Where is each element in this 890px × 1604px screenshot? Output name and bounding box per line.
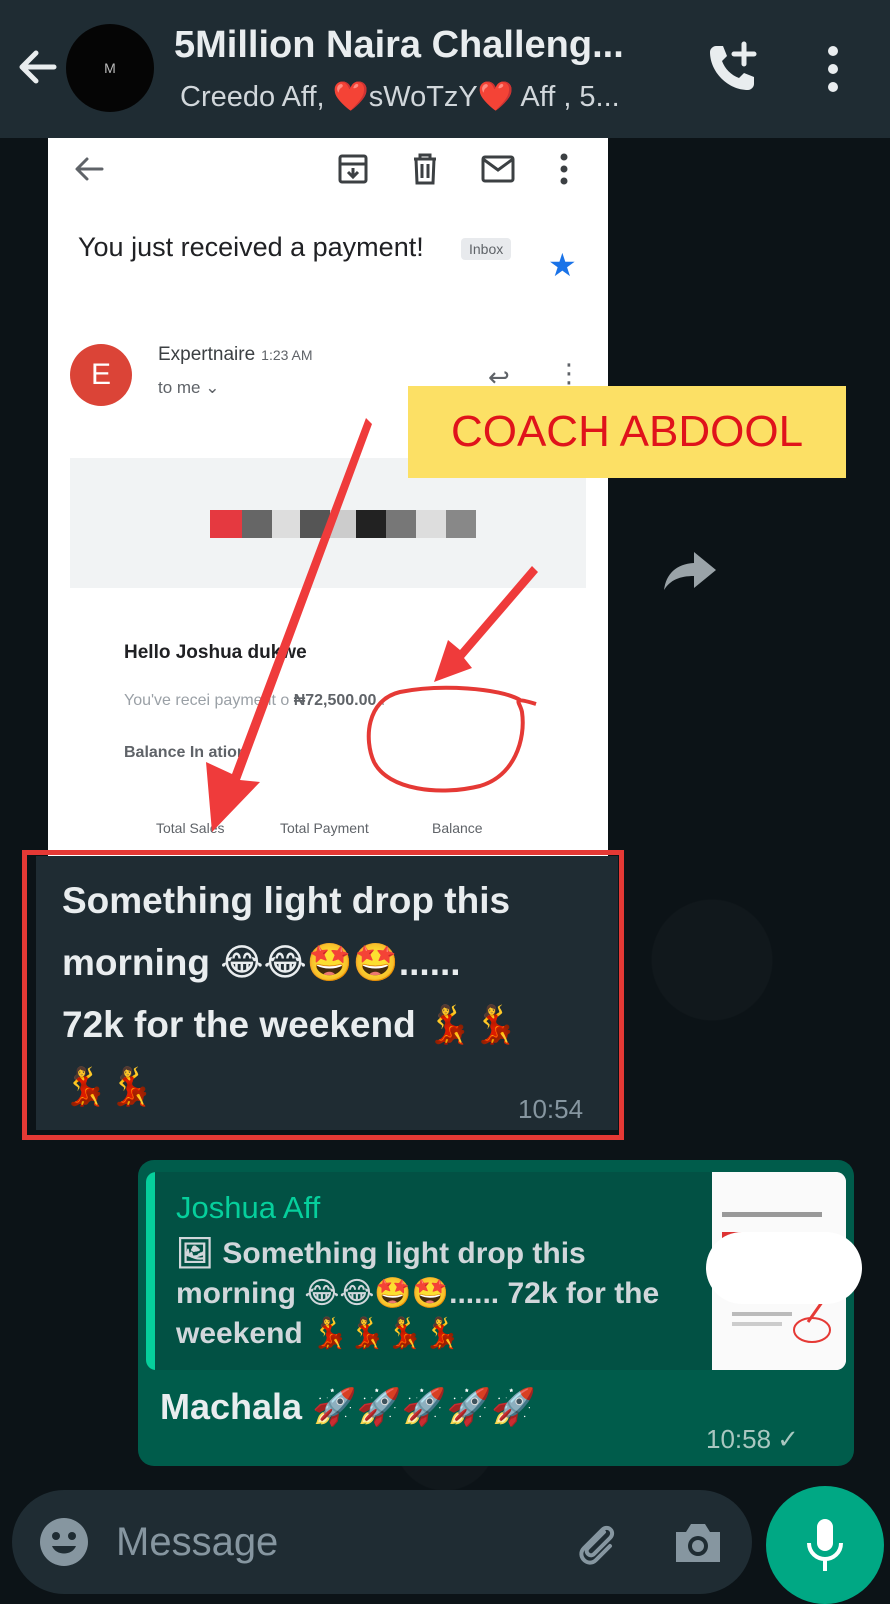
sender-line: Expertnaire 1:23 AM <box>158 344 313 366</box>
incoming-text: Something light drop this morning 😂😂🤩🤩..… <box>62 870 602 1118</box>
sent-check-icon: ✓ <box>777 1424 799 1454</box>
star-icon: ★ <box>548 247 577 283</box>
email-subject: You just received a payment! <box>78 232 424 262</box>
reply-text: Machala 🚀🚀🚀🚀🚀 <box>160 1386 537 1427</box>
outgoing-time: 10:58 <box>706 1424 772 1454</box>
quote-author: Joshua Aff <box>176 1190 321 1225</box>
recipient-line: to me ⌄ <box>158 378 220 397</box>
payment-prefix: You've recei payment o <box>124 692 290 709</box>
payment-line: You've recei payment o ₦72,500.00 . <box>124 692 385 710</box>
outgoing-timestamp: 10:58 ✓ <box>706 1424 799 1455</box>
column-total-sales: Total Sales <box>156 820 225 836</box>
incoming-line: 72k for the weekend 💃💃 <box>62 1004 519 1045</box>
voice-record-button[interactable] <box>766 1486 884 1604</box>
gmail-back-icon <box>75 157 104 181</box>
sender-name: Expertnaire <box>158 344 256 365</box>
quote-accent-bar <box>146 1172 155 1370</box>
group-members[interactable]: Creedo Aff, ❤️sWoTzY❤️ Aff , 5... <box>180 80 620 114</box>
payment-amount: ₦72,500.00 <box>293 692 377 709</box>
redaction-blob <box>706 1232 862 1304</box>
greeting-text: Hello Joshua dukwe <box>124 642 307 663</box>
coach-label: COACH ABDOOL <box>408 386 846 478</box>
payment-suffix: . <box>376 692 386 709</box>
add-call-icon[interactable] <box>704 40 760 96</box>
column-total-payment: Total Payment <box>280 820 369 836</box>
coach-label-text: COACH ABDOOL <box>450 407 804 456</box>
sender-time: 1:23 AM <box>261 347 313 363</box>
avatar-letter: M <box>104 60 116 76</box>
microphone-icon <box>807 1519 843 1571</box>
chat-header: M 5Million Naira Challeng... Creedo Aff,… <box>0 0 890 138</box>
more-options-icon[interactable] <box>824 44 842 94</box>
balance-heading: Balance In ation <box>124 744 247 761</box>
archive-icon <box>338 154 368 184</box>
shared-image[interactable]: You just received a payment! Inbox ★ E E… <box>48 138 608 856</box>
quote-text: 🖼 Something light drop this morning 😂😂🤩🤩… <box>176 1237 660 1350</box>
back-arrow-icon[interactable] <box>14 44 60 90</box>
email-more-icon: ⋮ <box>556 358 582 388</box>
column-balance: Balance <box>432 820 483 836</box>
group-title[interactable]: 5Million Naira Challeng... <box>174 24 624 67</box>
inbox-badge: Inbox <box>461 238 512 260</box>
attach-icon[interactable] <box>572 1518 622 1568</box>
incoming-line: morning 😂😂🤩🤩...... <box>62 942 461 983</box>
gmail-more-icon <box>560 153 568 185</box>
sender-avatar: E <box>70 344 132 406</box>
group-avatar[interactable]: M <box>66 24 154 112</box>
redacted-logo <box>210 510 476 538</box>
message-input-bar[interactable]: Message <box>12 1490 752 1594</box>
incoming-timestamp: 10:54 <box>518 1094 584 1124</box>
delete-icon <box>414 153 436 185</box>
camera-icon[interactable] <box>672 1520 724 1566</box>
incoming-line: Something light drop this <box>62 880 511 921</box>
forward-icon[interactable] <box>660 544 720 594</box>
mail-icon <box>481 155 515 183</box>
sender-initial: E <box>90 358 111 391</box>
emoji-icon[interactable] <box>38 1516 90 1568</box>
message-placeholder[interactable]: Message <box>116 1520 278 1565</box>
